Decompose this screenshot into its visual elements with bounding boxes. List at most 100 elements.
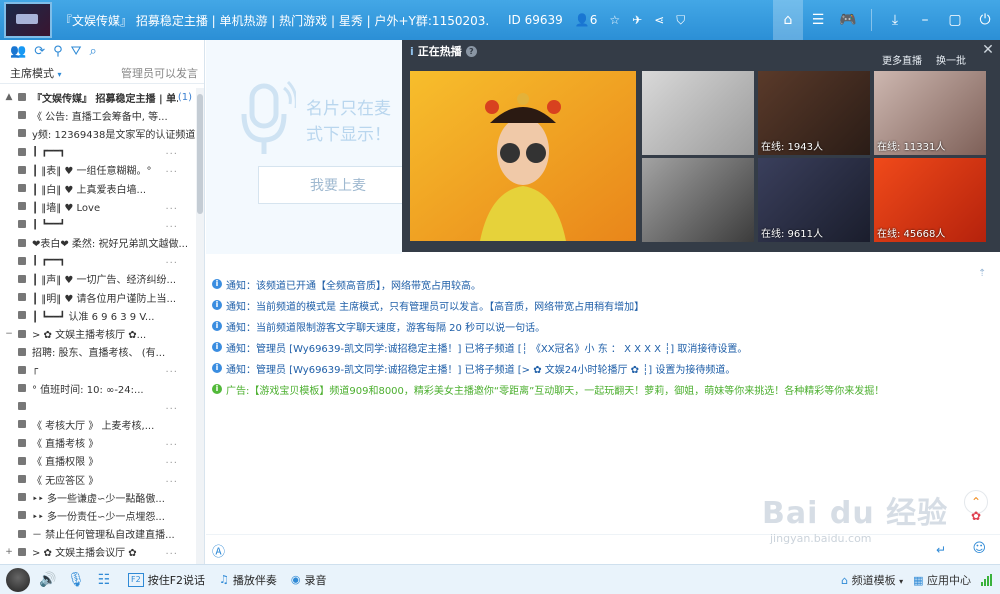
channel-name: > ✿ 文娱主播会议厅 ✿ (32, 548, 137, 560)
share-icon[interactable]: ⋖ (654, 13, 664, 27)
more-dots: ... (165, 400, 178, 412)
refresh-icon[interactable]: ⟳ (34, 44, 45, 59)
minimize-icon[interactable]: – (910, 0, 940, 40)
star-icon[interactable]: ☆ (609, 13, 620, 27)
live-tile-1[interactable] (642, 71, 754, 155)
record-button[interactable]: ◉ 录音 (291, 572, 327, 588)
live-tile-3[interactable]: 在线: 11331人 (874, 71, 986, 155)
channel-row[interactable]: y频: 12369438是文家军的认证频道... (0, 124, 196, 142)
expand-toggle[interactable]: ▲ (4, 92, 14, 102)
help-icon[interactable]: ? (465, 45, 477, 57)
plane-icon[interactable]: ✈ (632, 13, 642, 27)
live-tile-featured[interactable] (410, 71, 636, 241)
refresh-live-link[interactable]: 换一批 (936, 52, 966, 67)
channel-row[interactable]: ... (0, 397, 196, 415)
live-tile-6[interactable]: 在线: 45668人 (874, 158, 986, 242)
live-tile-4[interactable] (642, 158, 754, 242)
lock-icon (18, 529, 26, 538)
channel-row[interactable]: − > ✿ 文娱主播考核厅 ✿... (0, 324, 196, 342)
lock-icon (18, 238, 26, 247)
push-to-talk-button[interactable]: F2 按住F2说话 (128, 572, 205, 588)
download-icon[interactable]: ⤓ (880, 0, 910, 40)
channel-name: ┃ ‖表‖ ♥ 一组任意糊糊。° (32, 166, 152, 178)
home-icon[interactable]: ⌂ (773, 0, 803, 40)
live-tile-2[interactable]: 在线: 1943人 (758, 71, 870, 155)
scroll-thumb[interactable] (197, 94, 203, 214)
text-format-icon[interactable]: Ⓐ (212, 541, 225, 560)
channel-name: ‣‣ 多一些谦虚∽少一點酪傲... (32, 493, 165, 505)
lock-icon (18, 93, 26, 102)
channel-row[interactable]: ▲ 『文娱传媒』 招募稳定主播 | 单... (1) (0, 88, 196, 106)
close-icon[interactable]: ✕ (980, 42, 996, 58)
channel-row[interactable]: 招聘: 股东、直播考核、 (有... (0, 343, 196, 361)
join-mic-button[interactable]: 我要上麦 (258, 166, 418, 204)
channel-row[interactable]: 《 公告: 直播工会筹备中, 等... (0, 106, 196, 124)
mic-area: 名片只在麦 式下显示！ 我要上麦 (206, 40, 418, 254)
channel-row[interactable]: ‣‣ 多一份责任∽少一点埋怨... (0, 506, 196, 524)
channel-row[interactable]: 《 考核大厅 》 上麦考核,... (0, 415, 196, 433)
channel-row[interactable]: ┃ ‖声‖ ♥ 一切广告、经济纠纷... (0, 270, 196, 288)
microphone-small-icon[interactable]: 🎙 (66, 572, 86, 588)
equalizer-icon[interactable]: ☷ (94, 572, 114, 588)
user-search-icon[interactable]: 👥 (10, 44, 26, 59)
channel-row[interactable]: ┃ ‖表‖ ♥ 一组任意糊糊。°... (0, 161, 196, 179)
message-text: 通知：当前频道的模式是 主席模式，只有管理员可以发言。【高音质，网络带宽占用稍有… (226, 301, 645, 313)
app-center-button[interactable]: ▦ 应用中心 (913, 572, 971, 588)
list-icon[interactable]: ☰ (803, 0, 833, 40)
emoji-icon[interactable]: ☺ (972, 541, 986, 556)
channel-row[interactable]: + > ✿ 文娱主播会议厅 ✿... (0, 543, 196, 561)
bottom-bar: 🔊 🎙 ☷ F2 按住F2说话 ♫ 播放伴奏 ◉ 录音 ⌂ 频道模板 ▾ ▦ 应… (0, 564, 1000, 594)
lock-icon (18, 475, 26, 484)
channel-row[interactable]: ‣‣ 多一些谦虚∽少一點酪傲... (0, 488, 196, 506)
chevron-down-icon: ▾ (899, 577, 904, 586)
filter-icon[interactable]: ⛛ (71, 44, 82, 59)
channel-name: ┃ ‖明‖ ♥ 请各位用户谨防上当... (32, 293, 177, 305)
channel-scrollbar[interactable] (196, 88, 204, 564)
channel-name: 《 无应答区 》 (32, 475, 99, 487)
channel-row[interactable]: ┃ ┏━━┓... (0, 252, 196, 270)
lock-icon (18, 420, 26, 429)
expand-toggle[interactable]: − (4, 329, 14, 339)
hot-live-links: 更多直播 换一批 (882, 52, 966, 67)
user-icon: 👤 (574, 13, 590, 27)
speaker-icon[interactable]: 🔊 (38, 572, 58, 588)
lock-icon (18, 274, 26, 283)
info-icon: i (212, 384, 222, 394)
shield-icon[interactable]: ⛉ (676, 13, 685, 28)
channel-name: ‣‣ 多一份责任∽少一点埋怨... (32, 511, 165, 523)
channel-avatar[interactable] (4, 2, 52, 38)
channel-row[interactable]: ┃ ‖明‖ ♥ 请各位用户谨防上当... (0, 288, 196, 306)
power-icon[interactable]: ⏻ (970, 0, 1000, 40)
channel-row[interactable]: ┃ ┗━━┛... (0, 215, 196, 233)
mode-selector[interactable]: 主席模式 ▾ (10, 65, 62, 81)
more-dots: ... (165, 164, 178, 176)
microphone-icon (241, 80, 296, 154)
channel-row[interactable]: 《 直播权限 》... (0, 452, 196, 470)
search-icon[interactable]: ⌕ (90, 44, 97, 59)
channel-row[interactable]: ┃ ┏━━┓... (0, 143, 196, 161)
channel-row[interactable]: 《 直播考核 》... (0, 434, 196, 452)
more-live-link[interactable]: 更多直播 (882, 52, 922, 67)
avatar[interactable] (6, 567, 30, 592)
message-text: 广告:【游戏宝贝模板】频道909和8000，精彩美女主播邀你“零距离”互动聊天，… (226, 385, 885, 397)
restore-icon[interactable]: ▢ (940, 0, 970, 40)
lock-icon (18, 402, 26, 411)
arrow-up-icon[interactable]: ⇡ (978, 268, 990, 280)
channel-row[interactable]: － 禁止任何管理私自改建直播... (0, 525, 196, 543)
channel-row[interactable]: 《 无应答区 》... (0, 470, 196, 488)
live-tile-5[interactable]: 在线: 9611人 (758, 158, 870, 242)
expand-toggle[interactable]: + (4, 547, 14, 557)
channel-row[interactable]: ┌... (0, 361, 196, 379)
channel-row[interactable]: ❤表白❤ 柔然: 祝好兄弟凯文越做... (0, 234, 196, 252)
location-icon[interactable]: ⚲ (53, 44, 63, 59)
channel-row[interactable]: ° 值班时间: 10: ∞-24:... (0, 379, 196, 397)
channel-row[interactable]: ┃ ‖白‖ ♥ 上真爱表白墙... (0, 179, 196, 197)
game-icon[interactable]: 🎮 (833, 0, 863, 40)
lock-icon (18, 311, 26, 320)
send-icon[interactable]: ↵ (936, 543, 946, 557)
channel-template-button[interactable]: ⌂ 频道模板 ▾ (841, 572, 903, 588)
channel-row[interactable]: ┃ ‖墙‖ ♥ Love... (0, 197, 196, 215)
flower-icon[interactable]: ✿ (964, 504, 988, 528)
accompany-button[interactable]: ♫ 播放伴奏 (219, 572, 277, 588)
channel-row[interactable]: ┃ ┗━━┛ 认准 6 9 6 3 9 V... (0, 306, 196, 324)
